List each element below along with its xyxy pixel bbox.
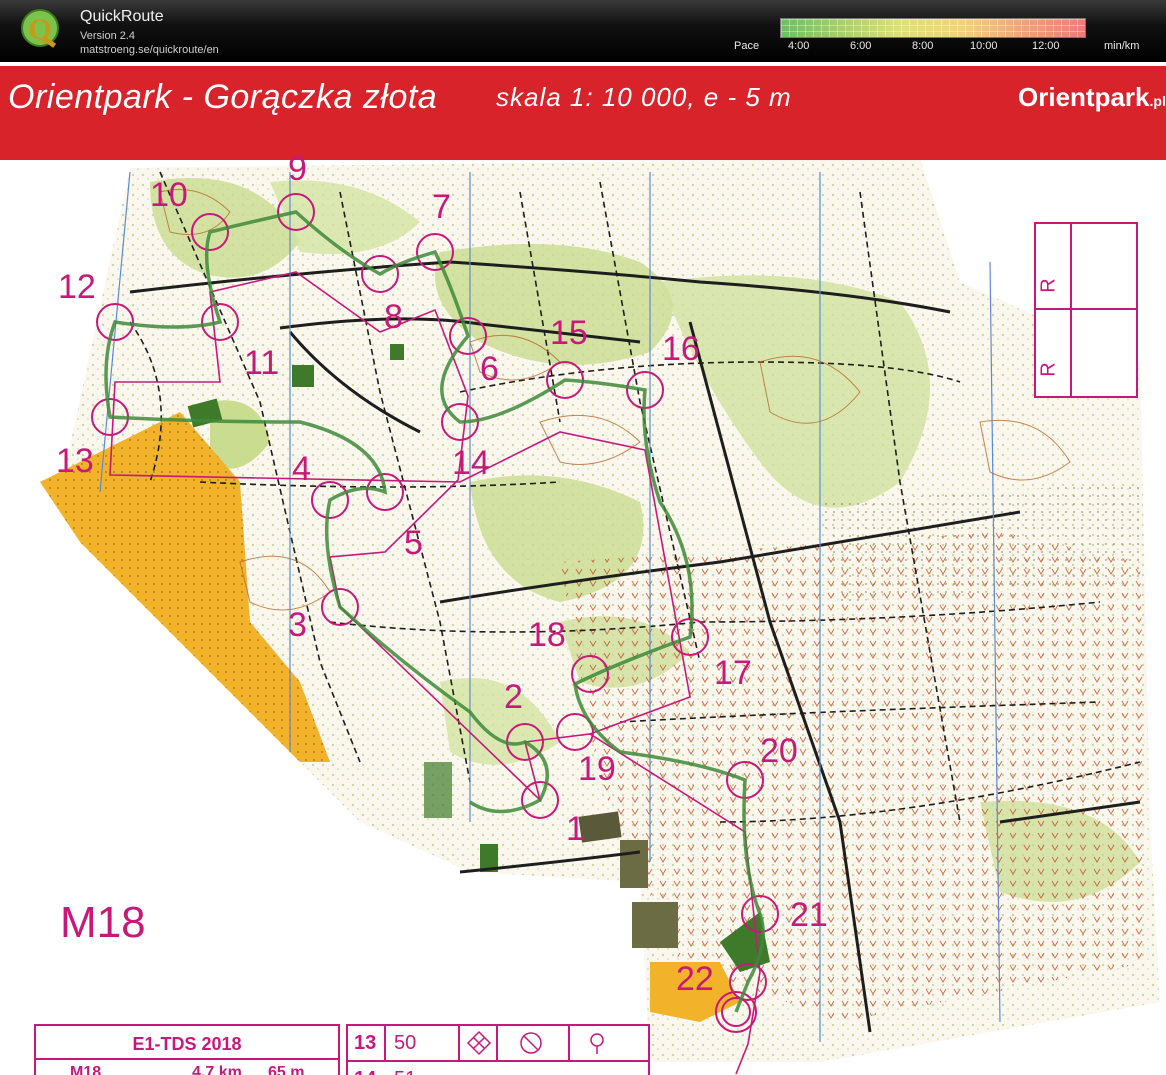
control-number: 11 — [244, 344, 280, 382]
control-number: 5 — [404, 524, 423, 562]
control-number: 9 — [288, 150, 307, 188]
control-number: 1 — [566, 810, 585, 848]
rock-symbol-icon — [466, 1030, 492, 1056]
pace-tick: 4:00 — [788, 40, 810, 52]
control-number: 20 — [760, 732, 798, 770]
pace-tick: 6:00 — [850, 40, 872, 52]
app-header: Q QuickRoute Version 2.4 matstroeng.se/q… — [0, 0, 1166, 62]
event-title: Orientpark - Gorączka złota — [8, 78, 438, 116]
quickroute-logo-icon: Q — [21, 9, 59, 48]
pace-tick: 8:00 — [912, 40, 934, 52]
control-number: 16 — [662, 330, 700, 368]
control-number: 19 — [578, 750, 616, 788]
map-banner: Orientpark - Gorączka złota skala 1: 10 … — [0, 66, 1166, 160]
pace-unit: min/km — [1104, 40, 1140, 52]
control-number: 6 — [480, 350, 499, 388]
control-number: 21 — [790, 896, 828, 934]
control-number: 8 — [384, 298, 403, 336]
description-number: 13 — [354, 1032, 377, 1054]
map-scale: skala 1: 10 000, e - 5 m — [496, 82, 792, 112]
restricted-label: R — [1037, 362, 1060, 377]
control-number: 2 — [504, 678, 523, 716]
control-number: 13 — [56, 442, 94, 480]
description-number: 14 — [354, 1068, 376, 1075]
course-info-box: E1-TDS 2018 M18 4.7 km 65 m — [34, 1024, 340, 1075]
pace-tick: 12:00 — [1032, 40, 1060, 52]
feature-symbol-icon — [590, 1033, 604, 1054]
control-number: 15 — [550, 314, 588, 352]
pace-color-scale — [780, 18, 1086, 38]
pace-label: Pace — [734, 40, 760, 52]
description-code: 51 — [394, 1068, 416, 1075]
control-number: 22 — [676, 960, 714, 998]
course-info-climb: 65 m — [268, 1064, 305, 1075]
control-number: 4 — [292, 450, 311, 488]
restricted-label: R — [1037, 278, 1060, 293]
control-number: 18 — [528, 616, 566, 654]
crossing-symbol-icon — [520, 1032, 542, 1054]
pace-tick: 10:00 — [970, 40, 998, 52]
control-number: 17 — [714, 654, 752, 692]
restricted-area-box: R R — [1034, 222, 1138, 398]
description-code: 50 — [394, 1032, 417, 1054]
orientpark-logo: Orientpark.pl — [1018, 82, 1166, 112]
course-info-class: M18 — [70, 1064, 102, 1075]
control-description-box: 13 50 14 51 — [346, 1024, 650, 1075]
app-url[interactable]: matstroeng.se/quickroute/en — [80, 44, 219, 56]
course-info-length: 4.7 km — [192, 1064, 242, 1075]
control-number: 3 — [288, 606, 307, 644]
control-number: 12 — [58, 268, 96, 306]
control-number: 10 — [150, 176, 188, 214]
course-class-label: M18 — [60, 898, 146, 947]
orienteering-map[interactable]: Orientpark - Gorączka złota skala 1: 10 … — [0, 62, 1166, 1075]
control-number: 7 — [432, 188, 451, 226]
app-title: QuickRoute — [80, 8, 164, 25]
app-version: Version 2.4 — [80, 30, 136, 42]
course-info-title: E1-TDS 2018 — [132, 1034, 242, 1054]
control-number: 14 — [452, 444, 490, 482]
